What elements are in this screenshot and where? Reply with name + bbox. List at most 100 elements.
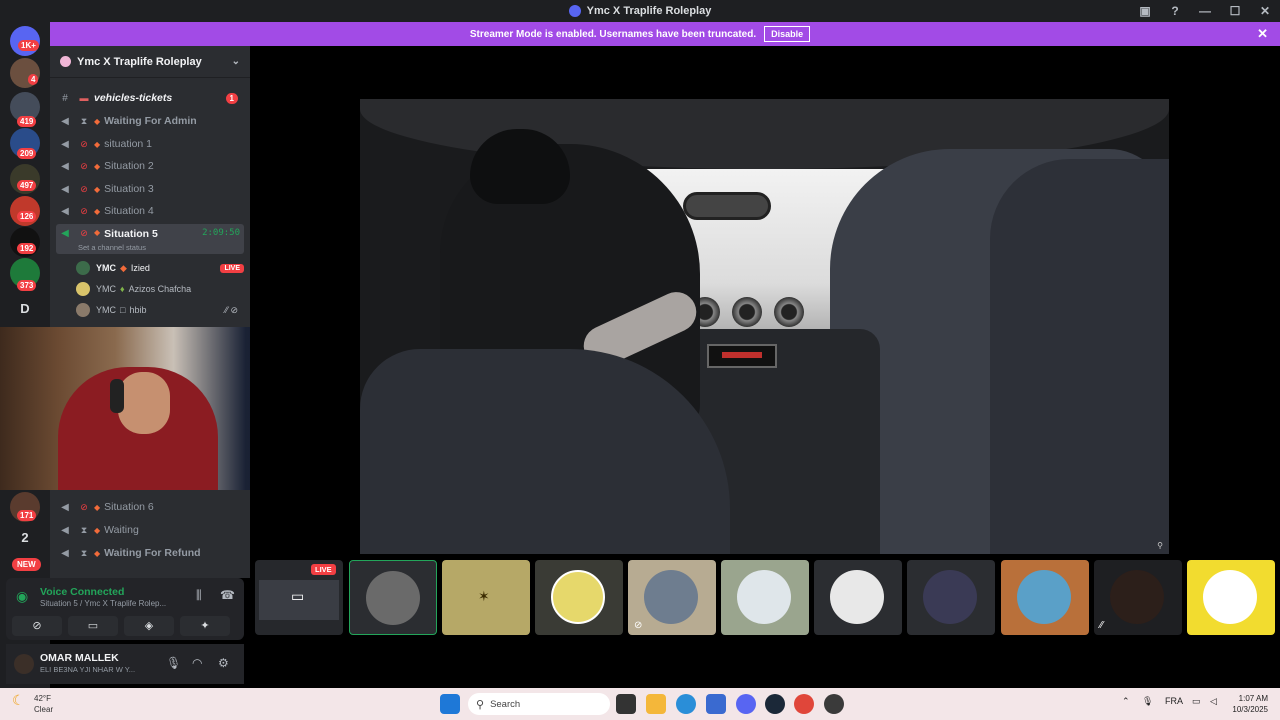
stream-stage: ⚲ ▭ LIVE ✶ ⊘ ⁄⁄ [250, 46, 1280, 688]
chevron-up-icon[interactable]: ⌃ [1122, 696, 1130, 707]
participant-tiles: ▭ LIVE ✶ ⊘ ⁄⁄ [250, 560, 1280, 635]
deafened-icon: ⊘ [634, 620, 643, 631]
member-prefix: YMC [96, 263, 116, 273]
microphone-icon[interactable]: 🎙 [1142, 696, 1153, 707]
window-title: Ymc X Traplife Roleplay [586, 5, 712, 17]
soundboard-button[interactable]: ✦ [180, 616, 230, 636]
channel-situation-6[interactable]: ◀ ⊘ ◆ Situation 6 [56, 497, 244, 517]
hourglass-icon: ⧗ [80, 547, 88, 558]
avatar [76, 261, 90, 275]
webcam-overlay [0, 327, 289, 490]
screen-share-button[interactable]: ▭ [68, 616, 118, 636]
voice-connected-panel: ◉ Voice Connected Situation 5 / Ymc X Tr… [6, 578, 244, 640]
noise-suppression-icon[interactable]: ⫼ [196, 588, 202, 603]
channel-status-hint[interactable]: Set a channel status [78, 243, 146, 252]
chrome-icon[interactable] [794, 694, 814, 714]
store-icon[interactable] [706, 694, 726, 714]
participant-tile[interactable]: ▭ LIVE [255, 560, 343, 635]
taskbar-search[interactable]: ⚲ Search [468, 693, 610, 715]
channel-situation-1[interactable]: ◀ ⊘ ◆ situation 1 [56, 134, 244, 154]
server-badge: 171 [17, 510, 37, 521]
user-status: ELI BE3NA YJI NHAR W Y... [40, 665, 136, 674]
channel-situation-3[interactable]: ◀ ⊘ ◆ Situation 3 [56, 179, 244, 199]
voice-member[interactable]: YMC ◆ Izied LIVE [76, 258, 244, 278]
bee-icon: ✶ [478, 588, 490, 604]
channel-waiting-for-admin[interactable]: ◀ ⧗ ◆ Waiting For Admin [56, 111, 244, 131]
server-letter-icon[interactable]: 2 [10, 523, 40, 553]
participant-tile[interactable] [349, 560, 437, 635]
voice-member[interactable]: YMC □ hbib ⁄⁄ ⊘ [76, 300, 244, 320]
participant-tile[interactable] [535, 560, 623, 635]
participant-tile[interactable]: ✶ [442, 560, 530, 635]
server-badge: 1K+ [18, 40, 39, 51]
network-icon[interactable]: ▭ [1192, 696, 1201, 707]
stream-video[interactable]: ⚲ [360, 99, 1169, 554]
task-view-icon[interactable] [616, 694, 636, 714]
minimize-button[interactable]: — [1190, 4, 1220, 18]
participant-tile[interactable] [1001, 560, 1089, 635]
inbox-icon[interactable]: ▣ [1130, 4, 1160, 18]
channel-waiting[interactable]: ◀ ⧗ ◆ Waiting [56, 520, 244, 540]
gear-icon[interactable]: ⚙ [218, 656, 229, 670]
guild-header[interactable]: Ymc X Traplife Roleplay ⌄ [50, 46, 250, 78]
guild-icon [60, 56, 71, 67]
live-badge: LIVE [220, 263, 244, 273]
disconnect-icon[interactable]: ☎ [220, 588, 235, 602]
voice-channel-link[interactable]: Situation 5 / Ymc X Traplife Rolep... [40, 599, 166, 608]
microphone-icon[interactable]: 🎙 [166, 656, 181, 670]
participant-tile[interactable] [721, 560, 809, 635]
avatar [737, 570, 791, 624]
windows-start-icon[interactable] [440, 694, 460, 714]
channel-label: Waiting [104, 524, 139, 536]
stream-settings-icon[interactable]: ⚲ [1157, 541, 1163, 550]
channel-waiting-for-refund[interactable]: ◀ ⧗ ◆ Waiting For Refund [56, 543, 244, 563]
user-name: OMAR MALLEK [40, 652, 119, 664]
participant-tile[interactable]: ⁄⁄ [1094, 560, 1182, 635]
volume-icon[interactable]: ◁ [1210, 696, 1217, 707]
server-letter-icon[interactable]: D [10, 294, 40, 324]
streamer-head [118, 372, 170, 434]
muted-icon: ⁄⁄ [1100, 620, 1104, 631]
diamond-icon: ◆ [94, 184, 101, 194]
diamond-icon: ◆ [94, 548, 101, 558]
channel-label: Situation 2 [104, 160, 154, 172]
participant-tile[interactable]: ⊘ [628, 560, 716, 635]
maximize-button[interactable]: ☐ [1220, 4, 1250, 18]
seat-shadow-graphic [990, 159, 1169, 554]
activities-button[interactable]: ◈ [124, 616, 174, 636]
diamond-icon: ◆ [94, 161, 101, 171]
disable-streamer-mode-button[interactable]: Disable [764, 26, 811, 42]
edge-icon[interactable] [676, 694, 696, 714]
clock-date: 10/3/2025 [1232, 705, 1268, 714]
moon-icon: ☾ [12, 692, 25, 708]
headphones-icon[interactable]: ◠ [192, 656, 202, 670]
steam-icon[interactable] [765, 694, 785, 714]
help-icon[interactable]: ? [1160, 4, 1190, 18]
diamond-icon: ◆ [94, 525, 101, 535]
participant-tile[interactable] [907, 560, 995, 635]
chevron-down-icon[interactable]: ⌄ [232, 56, 240, 67]
new-badge: NEW [12, 558, 41, 571]
app-icon[interactable] [824, 694, 844, 714]
speaker-icon: ◀ [61, 547, 69, 559]
hourglass-icon: ⧗ [80, 115, 88, 126]
search-icon: ⚲ [476, 698, 485, 711]
language-indicator[interactable]: FRA [1165, 696, 1183, 706]
close-window-button[interactable]: ✕ [1250, 4, 1280, 18]
avatar[interactable] [14, 654, 34, 674]
window-titlebar: Ymc X Traplife Roleplay ▣ ? — ☐ ✕ [0, 0, 1280, 22]
channel-situation-4[interactable]: ◀ ⊘ ◆ Situation 4 [56, 201, 244, 221]
participant-tile[interactable] [814, 560, 902, 635]
file-explorer-icon[interactable] [646, 694, 666, 714]
muted-icons: ⁄⁄ ⊘ [224, 304, 238, 315]
camera-off-button[interactable]: ⊘ [12, 616, 62, 636]
participant-tile[interactable] [1187, 560, 1275, 635]
voice-member[interactable]: YMC ♦ Azizos Chafcha [76, 279, 244, 299]
channel-vehicles-tickets[interactable]: # ▬ vehicles-tickets 1 [56, 88, 244, 108]
taskbar-clock[interactable]: 1:07 AM 10/3/2025 [1232, 693, 1268, 715]
channel-situation-2[interactable]: ◀ ⊘ ◆ Situation 2 [56, 156, 244, 176]
close-banner-icon[interactable]: ✕ [1257, 26, 1268, 42]
server-badge: 373 [17, 280, 37, 291]
discord-icon[interactable] [736, 694, 756, 714]
taskbar: ☾ 42°F Clear ⚲ Search ⌃ 🎙 FRA ▭ ◁ 1:07 A… [0, 688, 1280, 720]
